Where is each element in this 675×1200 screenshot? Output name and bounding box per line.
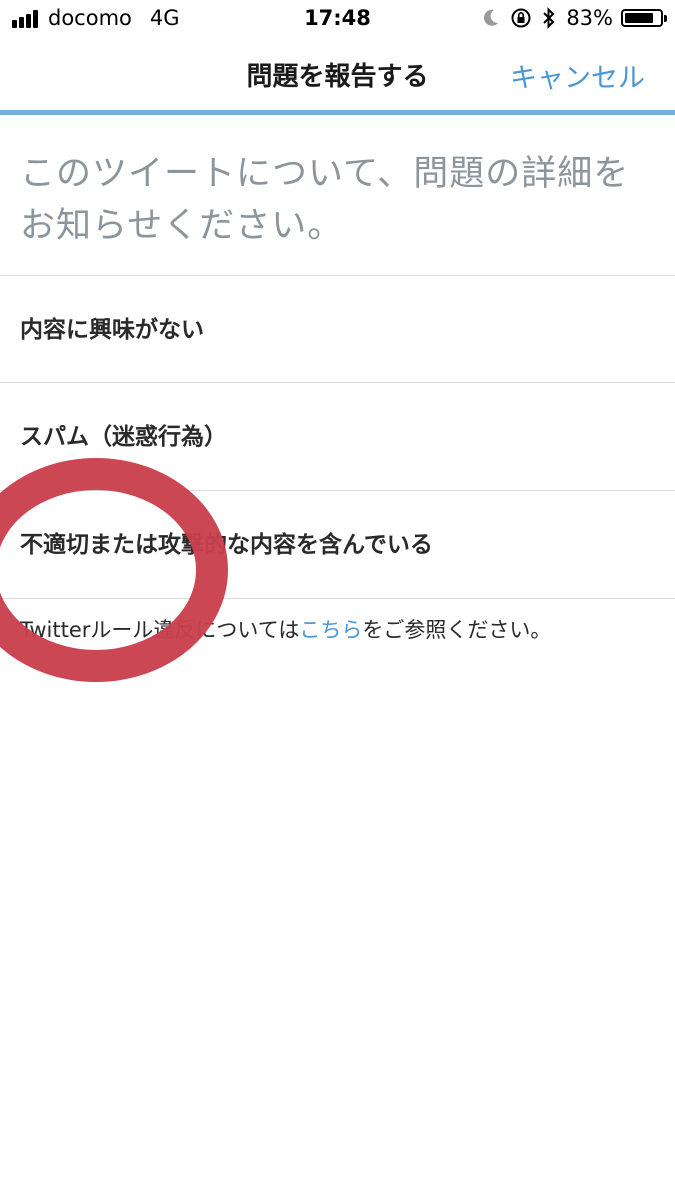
- bluetooth-icon: [543, 7, 555, 29]
- status-bar: docomo 4G 17:48 83%: [0, 0, 675, 38]
- moon-icon: [484, 9, 499, 26]
- rotation-lock-icon: [511, 8, 531, 28]
- battery-fill: [625, 13, 653, 23]
- status-right: 83%: [472, 6, 667, 30]
- rules-note-suffix: をご参照ください。: [362, 618, 552, 642]
- battery-percent: 83%: [566, 6, 613, 30]
- option-not-interested[interactable]: 内容に興味がない: [0, 276, 675, 382]
- report-prompt: このツイートについて、問題の詳細をお知らせください。: [20, 154, 630, 246]
- battery-icon: [621, 9, 667, 27]
- nav-bar: 問題を報告する キャンセル: [0, 38, 675, 110]
- cancel-button[interactable]: キャンセル: [510, 56, 645, 95]
- option-label: スパム（迷惑行為）: [20, 424, 227, 450]
- report-tweet-screen: docomo 4G 17:48 83% 問題を報告する キャンセル このツイート…: [0, 0, 675, 1200]
- nav-underline: [0, 110, 675, 115]
- option-label: 内容に興味がない: [20, 317, 204, 343]
- rules-link[interactable]: こちら: [299, 618, 362, 642]
